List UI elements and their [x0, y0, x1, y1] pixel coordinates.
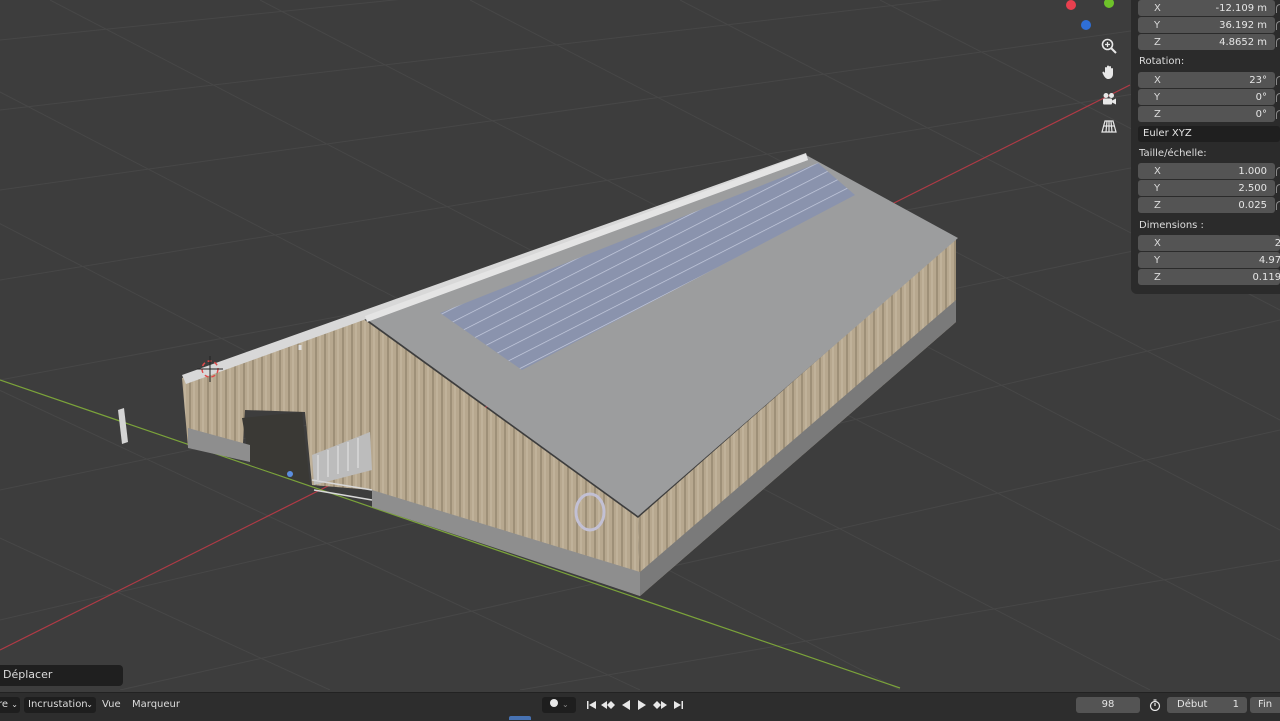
scale-label: Taille/échelle:: [1139, 148, 1207, 159]
gizmo-x-axis[interactable]: [1066, 0, 1076, 10]
play-reverse-icon[interactable]: [618, 697, 634, 713]
start-frame-field[interactable]: Début 1: [1167, 697, 1247, 713]
chevron-down-icon: ⌄: [86, 700, 93, 709]
camera-icon[interactable]: [1097, 87, 1121, 111]
chevron-down-icon: ⌄: [11, 700, 18, 709]
jump-start-icon[interactable]: [584, 697, 600, 713]
auto-keying-toggle[interactable]: ⌄: [542, 697, 576, 713]
timeline-header: re⌄ Incrustation⌄ Vue Marqueur ⌄ 98 Débu…: [0, 692, 1280, 721]
zoom-icon[interactable]: [1097, 34, 1121, 58]
keying-dropdown[interactable]: Incrustation ⌄: [24, 697, 96, 713]
rotation-z-field[interactable]: Z 0°: [1138, 106, 1275, 122]
viewport-scene: [0, 0, 1280, 690]
rotation-mode-select[interactable]: Euler XYZ: [1138, 126, 1280, 142]
current-frame-field[interactable]: 98: [1076, 697, 1140, 713]
rotation-x-field[interactable]: X 23°: [1138, 72, 1275, 88]
chevron-down-icon: ⌄: [562, 700, 569, 709]
3d-viewport[interactable]: [0, 0, 1280, 690]
location-y-field[interactable]: Y 36.192 m: [1138, 17, 1275, 33]
lock-icon[interactable]: [1276, 21, 1280, 30]
hand-icon[interactable]: [1097, 60, 1121, 84]
dimensions-z-field[interactable]: Z0.119 m: [1138, 269, 1280, 285]
next-keyframe-icon[interactable]: [652, 697, 668, 713]
scale-z-field[interactable]: Z 0.025: [1138, 197, 1275, 213]
view-menu[interactable]: Vue: [102, 697, 121, 713]
grid-icon[interactable]: [1097, 114, 1121, 138]
last-operator-panel[interactable]: Déplacer: [0, 665, 123, 686]
play-icon[interactable]: [634, 697, 650, 713]
gizmo-z-axis[interactable]: [1081, 20, 1091, 30]
end-frame-field[interactable]: Fin: [1250, 697, 1280, 713]
stopwatch-icon[interactable]: [1147, 697, 1163, 713]
dimensions-x-field[interactable]: X2 m: [1138, 235, 1280, 251]
lock-icon[interactable]: [1276, 76, 1280, 85]
record-icon: [550, 699, 558, 707]
scale-x-field[interactable]: X 1.000: [1138, 163, 1275, 179]
rotation-label: Rotation:: [1139, 56, 1185, 67]
location-x-field[interactable]: X -12.109 m: [1138, 0, 1275, 16]
lock-icon[interactable]: [1276, 167, 1280, 176]
lock-icon[interactable]: [1276, 38, 1280, 47]
dimensions-y-field[interactable]: Y4.97 m: [1138, 252, 1280, 268]
playback-menu[interactable]: re⌄: [0, 697, 20, 713]
operator-label: Déplacer: [3, 668, 53, 681]
barn-model: [118, 153, 958, 596]
rotation-y-field[interactable]: Y 0°: [1138, 89, 1275, 105]
transform-panel: X -12.109 m Y 36.192 m Z 4.8652 m Rotation:…: [1131, 0, 1280, 294]
location-z-field[interactable]: Z 4.8652 m: [1138, 34, 1275, 50]
marker-menu[interactable]: Marqueur: [132, 697, 180, 713]
lock-icon[interactable]: [1276, 4, 1280, 13]
lock-icon[interactable]: [1276, 93, 1280, 102]
lock-icon[interactable]: [1276, 110, 1280, 119]
lock-icon[interactable]: [1276, 184, 1280, 193]
lock-icon[interactable]: [1276, 201, 1280, 210]
playhead-marker: [509, 716, 531, 720]
dimensions-label: Dimensions :: [1139, 220, 1204, 231]
scale-y-field[interactable]: Y 2.500: [1138, 180, 1275, 196]
jump-end-icon[interactable]: [670, 697, 686, 713]
prev-keyframe-icon[interactable]: [600, 697, 616, 713]
